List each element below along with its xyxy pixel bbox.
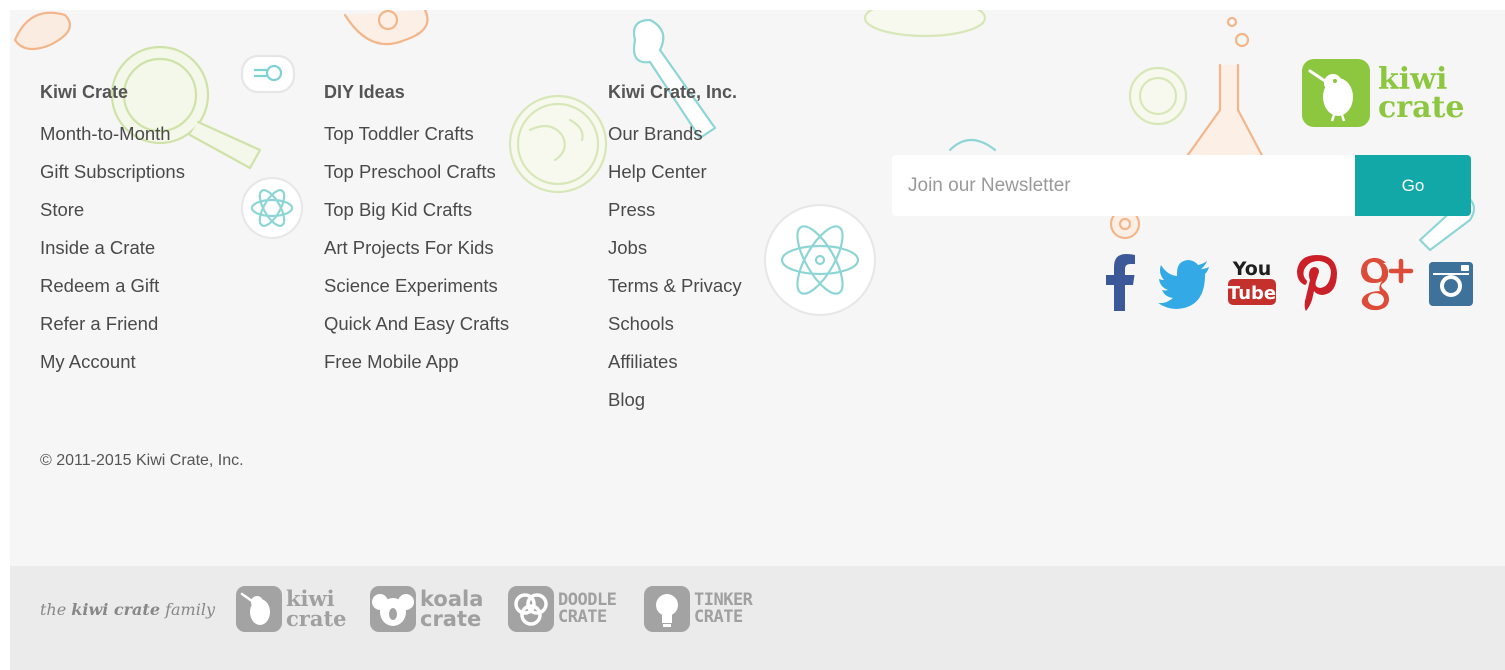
footer-link-redeem-a-gift[interactable]: Redeem a Gift (40, 276, 159, 296)
family-label-family: family (165, 600, 215, 619)
footer-link-science-experiments[interactable]: Science Experiments (324, 276, 498, 296)
footer-link-schools[interactable]: Schools (608, 314, 674, 334)
newsletter-go-button[interactable]: Go (1355, 155, 1471, 216)
link-list: Month-to-Month Gift Subscriptions Store … (40, 124, 185, 390)
footer-link-press[interactable]: Press (608, 200, 655, 220)
list-item: Jobs (608, 238, 742, 276)
list-item: Month-to-Month (40, 124, 185, 162)
footer-link-top-big-kid-crafts[interactable]: Top Big Kid Crafts (324, 200, 472, 220)
list-item: Redeem a Gift (40, 276, 185, 314)
list-item: Blog (608, 390, 742, 428)
copyright-text: © 2011-2015 Kiwi Crate, Inc. (40, 452, 244, 469)
footer-column-kiwi-crate: Kiwi Crate Month-to-Month Gift Subscript… (40, 82, 185, 390)
list-item: Press (608, 200, 742, 238)
footer-link-blog[interactable]: Blog (608, 390, 645, 410)
koala-icon (370, 586, 416, 632)
family-label-the: the (40, 600, 67, 619)
footer-link-help-center[interactable]: Help Center (608, 162, 707, 182)
list-item: Top Toddler Crafts (324, 124, 509, 162)
kiwi-crate-family-bar: the kiwi crate family kiwi crate koala c… (10, 566, 1505, 670)
footer-link-quick-easy-crafts[interactable]: Quick And Easy Crafts (324, 314, 509, 334)
family-logo-line2: CRATE (558, 607, 607, 627)
footer-link-art-projects[interactable]: Art Projects For Kids (324, 238, 494, 258)
list-item: Free Mobile App (324, 352, 509, 390)
youtube-icon[interactable]: You Tube (1228, 253, 1276, 316)
doodle-earth-icon (508, 94, 608, 194)
pinterest-icon[interactable] (1295, 253, 1339, 316)
list-item: Help Center (608, 162, 742, 200)
logo-word-crate: crate (1378, 90, 1465, 125)
youtube-tube-text: Tube (1228, 283, 1276, 304)
doodle-saturn-icon (863, 10, 987, 38)
list-item: Store (40, 200, 185, 238)
footer-link-inside-a-crate[interactable]: Inside a Crate (40, 238, 155, 258)
family-label: the kiwi crate family (40, 600, 215, 619)
instagram-icon[interactable] (1428, 253, 1474, 316)
kiwi-bird-icon (1302, 59, 1370, 127)
family-logo-line1: koala (420, 587, 484, 611)
list-item: Art Projects For Kids (324, 238, 509, 276)
family-logo-doodle-crate[interactable]: DOODLE CRATE (508, 586, 618, 634)
doodle-atom-icon (240, 176, 304, 240)
list-item: Quick And Easy Crafts (324, 314, 509, 352)
list-item: Top Big Kid Crafts (324, 200, 509, 238)
footer-link-affiliates[interactable]: Affiliates (608, 352, 678, 372)
family-logo-kiwi-crate[interactable]: kiwi crate (236, 586, 347, 634)
list-item: Affiliates (608, 352, 742, 390)
footer-link-top-toddler-crafts[interactable]: Top Toddler Crafts (324, 124, 474, 144)
footer-link-our-brands[interactable]: Our Brands (608, 124, 703, 144)
list-item: Gift Subscriptions (40, 162, 185, 200)
google-plus-icon[interactable] (1358, 253, 1414, 316)
footer-link-terms-privacy[interactable]: Terms & Privacy (608, 276, 742, 296)
footer-link-month-to-month[interactable]: Month-to-Month (40, 124, 171, 144)
doodle-atom-icon (763, 203, 877, 317)
site-footer: Kiwi Crate Month-to-Month Gift Subscript… (10, 10, 1505, 566)
list-item: Refer a Friend (40, 314, 185, 352)
family-label-brand: kiwi crate (71, 600, 160, 619)
facebook-icon[interactable] (1106, 253, 1136, 316)
kiwi-bird-icon (236, 586, 282, 632)
kiwi-crate-logo[interactable]: kiwi crate (1302, 58, 1464, 130)
family-logo-line2: crate (286, 606, 347, 631)
lightbulb-icon (644, 586, 690, 632)
list-item: Inside a Crate (40, 238, 185, 276)
family-logo-koala-crate[interactable]: koala crate (370, 586, 484, 634)
youtube-you-text: You (1232, 258, 1272, 280)
doodle-bolt-icon (948, 138, 997, 152)
column-title: DIY Ideas (324, 82, 405, 102)
footer-link-jobs[interactable]: Jobs (608, 238, 647, 258)
footer-link-refer-a-friend[interactable]: Refer a Friend (40, 314, 158, 334)
column-title: Kiwi Crate (40, 82, 129, 102)
list-item: Terms & Privacy (608, 276, 742, 314)
newsletter-form: Go (892, 155, 1471, 216)
list-item: Our Brands (608, 124, 742, 162)
list-item: Schools (608, 314, 742, 352)
footer-link-my-account[interactable]: My Account (40, 352, 136, 372)
family-logo-line2: crate (420, 607, 482, 631)
footer-link-store[interactable]: Store (40, 200, 84, 220)
page-frame: Kiwi Crate Month-to-Month Gift Subscript… (10, 10, 1505, 670)
column-title: Kiwi Crate, Inc. (608, 82, 738, 102)
twitter-icon[interactable] (1158, 253, 1210, 316)
social-links: You Tube (1090, 253, 1473, 316)
list-item: Science Experiments (324, 276, 509, 314)
footer-column-diy-ideas: DIY Ideas Top Toddler Crafts Top Prescho… (324, 82, 509, 390)
doodle-earth-icon (1128, 66, 1188, 126)
footer-link-free-mobile-app[interactable]: Free Mobile App (324, 352, 459, 372)
link-list: Our Brands Help Center Press Jobs Terms … (608, 124, 742, 428)
family-logo-tinker-crate[interactable]: TINKER CRATE (644, 586, 758, 634)
footer-link-top-preschool-crafts[interactable]: Top Preschool Crafts (324, 162, 496, 182)
list-item: Top Preschool Crafts (324, 162, 509, 200)
footer-link-gift-subscriptions[interactable]: Gift Subscriptions (40, 162, 185, 182)
list-item: My Account (40, 352, 185, 390)
doodle-gear-icon (343, 10, 429, 46)
newsletter-email-input[interactable] (892, 155, 1362, 216)
doodle-planet-icon (13, 11, 72, 51)
footer-column-company: Kiwi Crate, Inc. Our Brands Help Center … (608, 82, 742, 428)
doodle-bolt-icon (240, 54, 296, 94)
family-logo-line2: CRATE (694, 607, 743, 627)
doodle-circles-icon (508, 586, 554, 632)
link-list: Top Toddler Crafts Top Preschool Crafts … (324, 124, 509, 390)
